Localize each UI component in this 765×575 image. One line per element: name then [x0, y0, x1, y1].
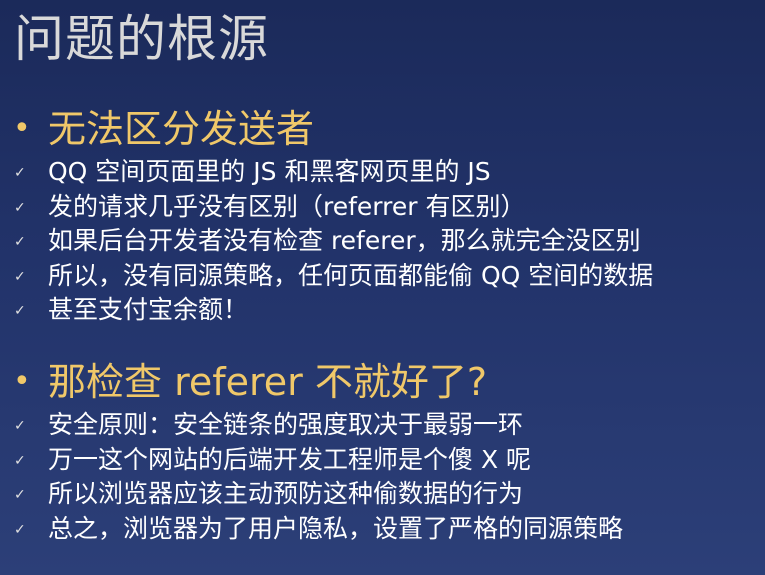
list-item: ✓ 甚至支付宝余额！ [0, 293, 765, 328]
list-item: ✓ 安全原则：安全链条的强度取决于最弱一环 [0, 408, 765, 443]
list-item-text: 如果后台开发者没有检查 referer，那么就完全没区别 [48, 226, 641, 255]
slide-title: 问题的根源 [14, 10, 269, 68]
list-item-text: 所以浏览器应该主动预防这种偷数据的行为 [48, 479, 524, 508]
list-item-text: 甚至支付宝余额！ [48, 295, 249, 324]
list-item-text: 所以，没有同源策略，任何页面都能偷 QQ 空间的数据 [48, 260, 654, 290]
check-icon: ✓ [14, 165, 26, 181]
list-item: ✓ 所以浏览器应该主动预防这种偷数据的行为 [0, 477, 765, 512]
section-check-referer: • 那检查 referer 不就好了? ✓ 安全原则：安全链条的强度取决于最弱一… [0, 356, 765, 546]
section-heading-text: 那检查 referer 不就好了? [48, 360, 488, 404]
list-item: ✓ QQ 空间页面里的 JS 和黑客网页里的 JS [0, 155, 765, 190]
round-bullet-icon: • [13, 111, 31, 146]
list-item: ✓ 发的请求几乎没有区别（referrer 有区别） [0, 190, 765, 225]
check-icon: ✓ [14, 199, 26, 216]
section-heading: • 无法区分发送者 [0, 103, 765, 155]
check-icon: ✓ [14, 521, 26, 538]
list-item-text: 发的请求几乎没有区别（referrer 有区别） [48, 191, 526, 221]
list-item-text: 总之，浏览器为了用户隐私，设置了严格的同源策略 [48, 513, 624, 543]
check-icon: ✓ [14, 418, 26, 434]
round-bullet-icon: • [13, 364, 31, 399]
list-item: ✓ 如果后台开发者没有检查 referer，那么就完全没区别 [0, 224, 765, 259]
list-item: ✓ 总之，浏览器为了用户隐私，设置了严格的同源策略 [0, 512, 765, 547]
list-item: ✓ 万一这个网站的后端开发工程师是个傻 X 呢 [0, 443, 765, 478]
check-icon: ✓ [14, 303, 26, 319]
bullet-list: ✓ 安全原则：安全链条的强度取决于最弱一环 ✓ 万一这个网站的后端开发工程师是个… [0, 408, 765, 546]
list-item: ✓ 所以，没有同源策略，任何页面都能偷 QQ 空间的数据 [0, 259, 765, 294]
list-item-text: 安全原则：安全链条的强度取决于最弱一环 [48, 410, 524, 439]
list-item-text: QQ 空间页面里的 JS 和黑客网页里的 JS [48, 157, 491, 186]
check-icon: ✓ [14, 487, 26, 503]
check-icon: ✓ [14, 268, 26, 285]
section-cannot-distinguish-sender: • 无法区分发送者 ✓ QQ 空间页面里的 JS 和黑客网页里的 JS ✓ 发的… [0, 103, 765, 328]
section-heading: • 那检查 referer 不就好了? [0, 356, 765, 408]
check-icon: ✓ [14, 452, 26, 469]
section-heading-text: 无法区分发送者 [48, 107, 315, 151]
bullet-list: ✓ QQ 空间页面里的 JS 和黑客网页里的 JS ✓ 发的请求几乎没有区别（r… [0, 155, 765, 328]
slide: 问题的根源 • 无法区分发送者 ✓ QQ 空间页面里的 JS 和黑客网页里的 J… [0, 0, 765, 575]
check-icon: ✓ [14, 234, 26, 250]
list-item-text: 万一这个网站的后端开发工程师是个傻 X 呢 [48, 444, 532, 474]
